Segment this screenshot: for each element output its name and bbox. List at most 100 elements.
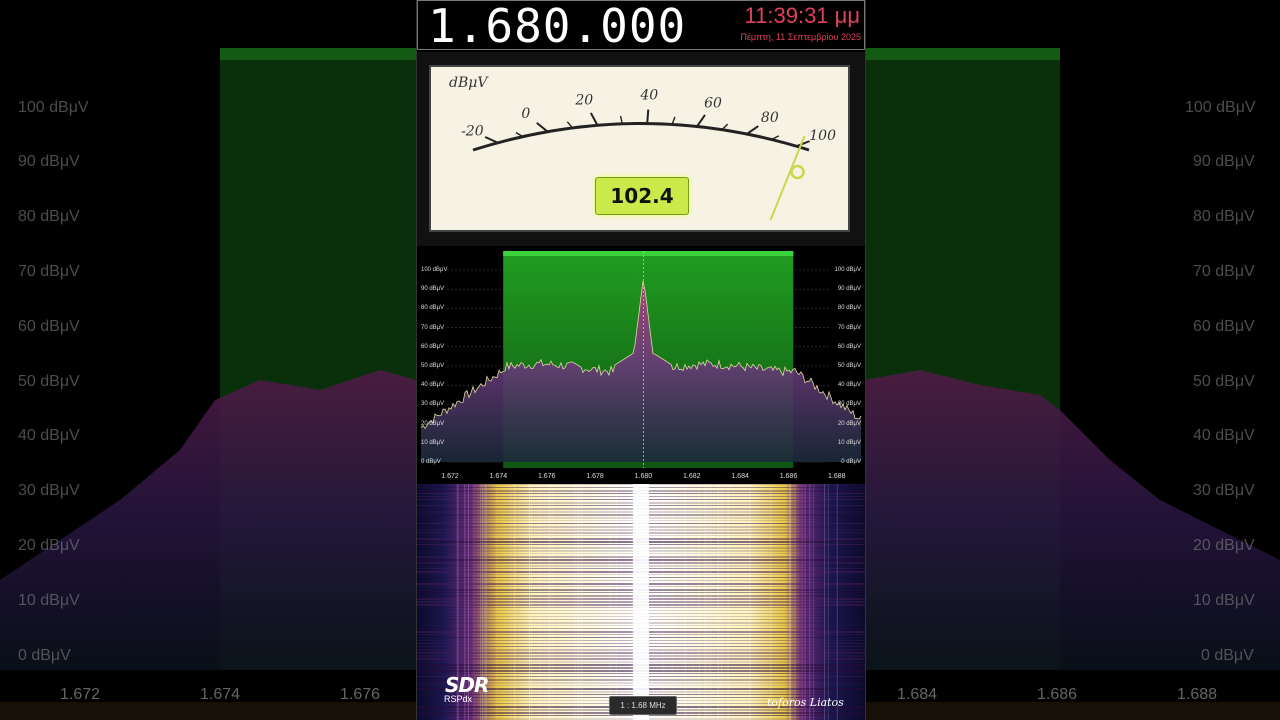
bg-db-label: 90 dBμV (18, 153, 80, 170)
s-meter-readout: 102.4 (595, 177, 689, 215)
spectrum-db-label: 70 dBμV (837, 324, 861, 331)
s-meter-scale-label: 80 (761, 110, 779, 126)
waterfall-streak (528, 484, 530, 720)
waterfall-streak (710, 484, 712, 720)
bg-db-label: 40 dBμV (18, 427, 80, 444)
author-credit: toforos Liatos (767, 696, 844, 709)
clock-date: Πέμπτη, 11 Σεπτεμβρίου 2025 (740, 32, 861, 42)
bg-db-label: 60 dBμV (18, 318, 80, 335)
bg-db-label: 50 dBμV (18, 373, 80, 390)
spectrum-db-label: 10 dBμV (837, 439, 861, 446)
s-meter-tick (536, 122, 549, 133)
waterfall-streak (513, 484, 515, 720)
waterfall-streak (801, 484, 803, 720)
spectrum-db-label: 80 dBμV (421, 305, 445, 312)
s-meter-tick (484, 136, 499, 144)
waterfall-streak (615, 484, 617, 720)
frequency-axis-label: 1.688 (828, 473, 846, 480)
waterfall-streak (785, 484, 787, 720)
sdr-panel: 1.680.000 11:39:31 μμ Πέμπτη, 11 Σεπτεμβ… (416, 0, 866, 720)
frequency-bar: 1.680.000 11:39:31 μμ Πέμπτη, 11 Σεπτεμβ… (417, 0, 865, 53)
waterfall-streak (550, 484, 552, 720)
bg-db-label: 0 dBμV (1201, 647, 1254, 664)
spectrum-db-label: 60 dBμV (421, 343, 445, 350)
spectrum-db-label: 30 dBμV (837, 401, 861, 408)
waterfall-streak (574, 484, 576, 720)
bg-db-label: 70 dBμV (18, 263, 80, 280)
waterfall-streak (577, 484, 579, 720)
s-meter-scale-label: 100 (809, 128, 836, 144)
waterfall-streak (698, 484, 700, 720)
spectrum-db-label: 90 dBμV (421, 286, 445, 293)
waterfall-streak (727, 484, 729, 720)
bg-db-label: 100 dBμV (18, 99, 89, 116)
bg-db-label: 80 dBμV (1193, 208, 1255, 225)
spectrum-db-label: 100 dBμV (421, 267, 448, 273)
spectrum-view[interactable]: 100 dBμV 100 dBμV 90 dBμV 90 dBμV 80 dBμV 80 … (417, 248, 865, 473)
waterfall-streak (539, 484, 541, 720)
waterfall-streak (631, 484, 633, 720)
s-meter-scale-label: 60 (704, 95, 722, 111)
s-meter-scale-label: 20 (574, 93, 593, 109)
waterfall-streak (608, 484, 610, 720)
bg-db-label: 30 dBμV (1193, 482, 1255, 499)
spectrum-db-label: 60 dBμV (837, 343, 861, 350)
waterfall-streak (582, 484, 584, 720)
waterfall-streak (692, 484, 694, 720)
waterfall-streak (510, 484, 512, 720)
bg-db-label: 100 dBμV (1185, 99, 1256, 116)
device-model: RSPdx (444, 694, 473, 704)
frequency-axis-label: 1.682 (683, 473, 701, 480)
spectrum-plot[interactable] (417, 248, 865, 473)
spectrum-db-label: 30 dBμV (421, 401, 445, 408)
bg-freq-label: 1.686 (1037, 686, 1078, 703)
waterfall-streak (684, 484, 686, 720)
waterfall-streak (514, 484, 516, 720)
waterfall-streak (789, 484, 791, 720)
spectrum-db-label: 50 dBμV (421, 363, 445, 369)
bg-db-label: 60 dBμV (1193, 318, 1255, 335)
spectrum-db-label: 40 dBμV (837, 382, 861, 389)
waterfall-streak (610, 484, 612, 720)
bg-db-label: 0 dBμV (18, 647, 71, 664)
s-meter-tick (646, 109, 650, 124)
waterfall-streak (496, 484, 498, 720)
waterfall-streak (827, 484, 829, 720)
frequency-axis-label: 1.684 (731, 473, 749, 480)
s-meter-needle-hub (790, 164, 805, 180)
s-meter: -20 0 20 40 60 80 100 dBμV 102.4 (429, 65, 850, 232)
zoom-indicator[interactable]: 1 : 1.68 MHz (609, 696, 677, 715)
spectrum-db-label: 40 dBμV (421, 382, 445, 389)
bg-db-label: 30 dBμV (18, 482, 80, 499)
bg-freq-label: 1.688 (1177, 686, 1218, 703)
waterfall-streak (804, 484, 806, 720)
frequency-axis-label: 1.680 (634, 473, 653, 480)
spectrum-db-label: 20 dBμV (837, 420, 861, 427)
spectrum-db-label: 70 dBμV (421, 324, 445, 331)
bg-db-label: 40 dBμV (1193, 427, 1255, 444)
bg-freq-label: 1.672 (60, 686, 101, 703)
waterfall-streak (705, 484, 707, 720)
frequency-axis-label: 1.676 (537, 473, 556, 480)
filter-passband-top[interactable] (503, 251, 794, 256)
waterfall-streak (578, 484, 580, 720)
spectrum-db-label: 10 dBμV (421, 439, 445, 446)
frequency-axis: 1.672 1.674 1.676 1.678 1.680 1.682 1.684 1.686… (417, 472, 865, 484)
waterfall-streak (708, 484, 710, 720)
waterfall-streak (704, 484, 706, 720)
s-meter-unit: dBμV (449, 75, 488, 91)
bg-db-label: 10 dBμV (1193, 592, 1255, 609)
frequency-axis-label: 1.678 (586, 473, 604, 480)
frequency-display[interactable]: 1.680.000 (428, 0, 686, 53)
frequency-axis-label: 1.686 (779, 473, 798, 480)
bg-db-label: 80 dBμV (18, 208, 80, 225)
bg-db-label: 50 dBμV (1193, 373, 1255, 390)
waterfall-streak (548, 484, 550, 720)
s-meter-scale-label: -20 (461, 123, 484, 139)
s-meter-scale-label: 0 (521, 106, 530, 122)
s-meter-tick (589, 112, 599, 126)
spectrum-db-label: 20 dBμV (421, 420, 445, 427)
bg-db-label: 20 dBμV (1193, 537, 1255, 554)
waterfall-streak (530, 484, 532, 720)
s-meter-tick (696, 114, 706, 128)
